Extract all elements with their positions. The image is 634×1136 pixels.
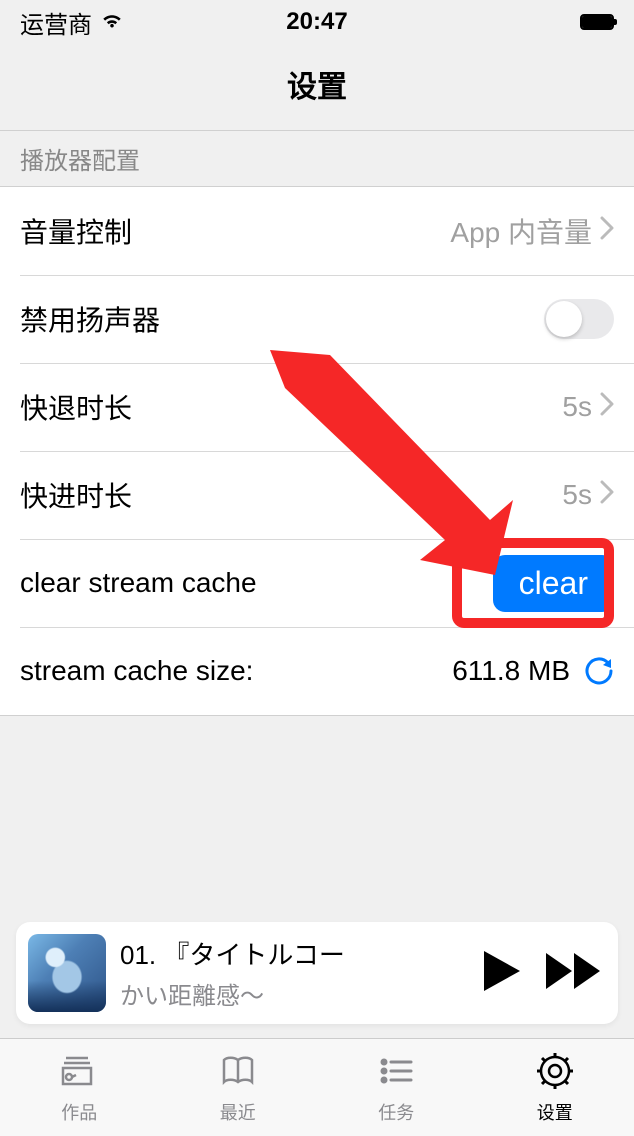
row-clear-stream-cache: clear stream cache clear <box>0 539 634 627</box>
refresh-icon[interactable] <box>584 656 614 686</box>
row-value: App 内音量 <box>450 211 592 251</box>
row-label: stream cache size: <box>20 655 253 687</box>
switch-knob <box>546 301 582 337</box>
play-icon[interactable] <box>484 951 520 996</box>
wifi-icon <box>100 8 124 36</box>
mini-player[interactable]: 01. 『タイトルコー かい距離感〜 <box>16 922 618 1024</box>
section-header-player-config: 播放器配置 <box>0 130 634 186</box>
tab-label: 任务 <box>378 1099 414 1125</box>
fast-forward-icon[interactable] <box>546 953 600 994</box>
row-stream-cache-size: stream cache size: 611.8 MB <box>0 627 634 715</box>
book-icon <box>217 1050 259 1097</box>
tab-works[interactable]: 作品 <box>0 1039 159 1136</box>
list-icon <box>375 1050 417 1097</box>
tab-label: 设置 <box>537 1099 573 1125</box>
row-value: 611.8 MB <box>452 655 570 687</box>
tab-recent[interactable]: 最近 <box>159 1039 318 1136</box>
works-icon <box>58 1050 100 1097</box>
row-forward-duration[interactable]: 快进时长 5s <box>0 451 634 539</box>
status-bar: 运营商 20:47 <box>0 0 634 44</box>
carrier-label: 运营商 <box>20 5 92 40</box>
tab-bar: 作品 最近 任务 设置 <box>0 1038 634 1136</box>
track-subtitle: かい距離感〜 <box>120 976 470 1011</box>
tab-settings[interactable]: 设置 <box>476 1039 634 1136</box>
clear-button[interactable]: clear <box>493 555 614 612</box>
album-art <box>28 934 106 1012</box>
gear-icon <box>534 1050 576 1097</box>
tab-label: 最近 <box>220 1099 256 1125</box>
status-time: 20:47 <box>286 8 347 36</box>
row-label: 快退时长 <box>20 387 132 427</box>
page-title: 设置 <box>0 44 634 130</box>
battery-icon <box>580 14 614 30</box>
row-label: clear stream cache <box>20 567 257 599</box>
row-label: 音量控制 <box>20 211 132 251</box>
row-value: 5s <box>562 391 592 423</box>
row-label: 禁用扬声器 <box>20 299 160 339</box>
tab-label: 作品 <box>61 1099 97 1125</box>
row-rewind-duration[interactable]: 快退时长 5s <box>0 363 634 451</box>
chevron-right-icon <box>600 214 614 248</box>
settings-list: 音量控制 App 内音量 禁用扬声器 快退时长 5s 快进时长 5s <box>0 186 634 716</box>
row-label: 快进时长 <box>20 475 132 515</box>
chevron-right-icon <box>600 390 614 424</box>
row-disable-speaker: 禁用扬声器 <box>0 275 634 363</box>
track-title: 01. 『タイトルコー <box>120 935 470 972</box>
row-volume-control[interactable]: 音量控制 App 内音量 <box>0 187 634 275</box>
row-value: 5s <box>562 479 592 511</box>
chevron-right-icon <box>600 478 614 512</box>
mini-player-text: 01. 『タイトルコー かい距離感〜 <box>120 935 470 1011</box>
switch-disable-speaker[interactable] <box>544 299 614 339</box>
tab-tasks[interactable]: 任务 <box>317 1039 476 1136</box>
